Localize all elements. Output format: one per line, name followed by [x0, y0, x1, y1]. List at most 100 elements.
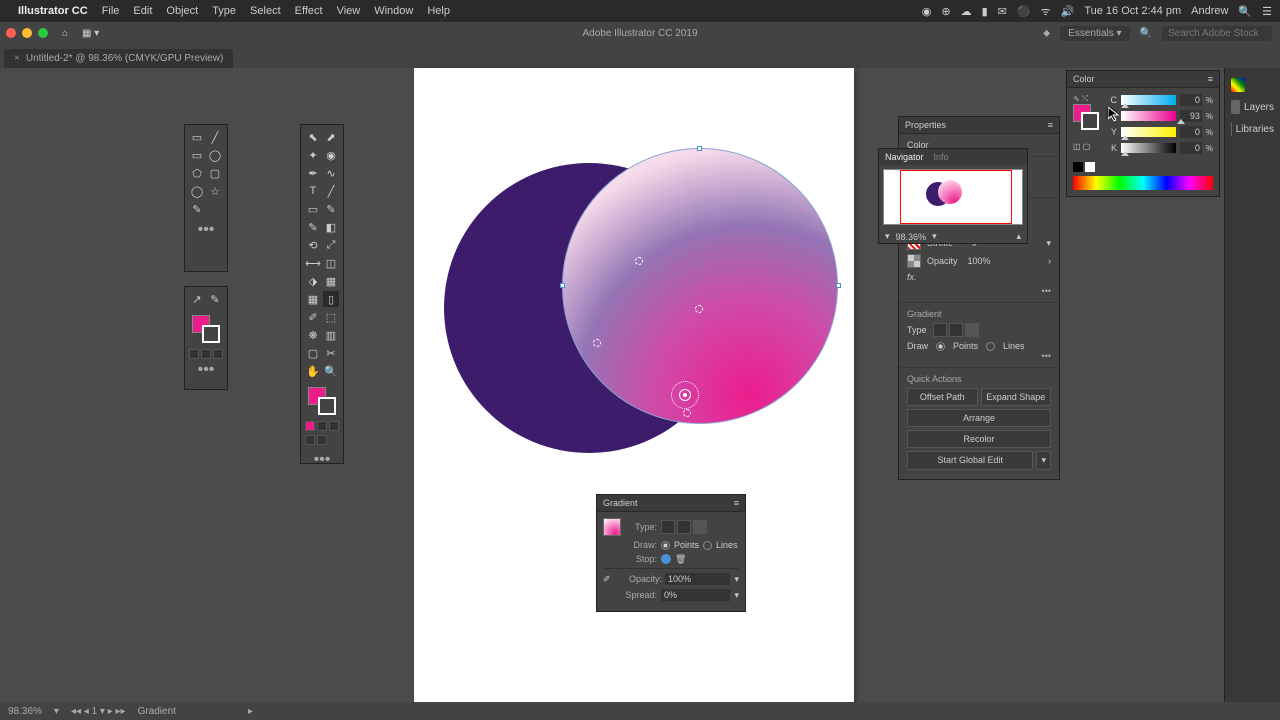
- panel-more-icon[interactable]: •••: [185, 221, 227, 239]
- recolor-button[interactable]: Recolor: [907, 430, 1051, 448]
- menu-window[interactable]: Window: [374, 5, 413, 17]
- opacity-swatch[interactable]: [907, 254, 921, 268]
- channel-slider[interactable]: [1121, 95, 1176, 105]
- selection-handle[interactable]: [560, 283, 565, 288]
- menu-view[interactable]: View: [337, 5, 361, 17]
- global-edit-dropdown[interactable]: ▾: [1036, 451, 1051, 470]
- ellipse2-icon[interactable]: ◯: [189, 183, 205, 199]
- status-icon[interactable]: ☁: [961, 5, 972, 18]
- window-min-icon[interactable]: [22, 28, 32, 38]
- workspace-switcher[interactable]: Essentials ▾: [1060, 26, 1129, 41]
- none-mode-icon[interactable]: [329, 421, 339, 431]
- menu-type[interactable]: Type: [212, 5, 236, 17]
- status-icon[interactable]: ▮: [982, 5, 988, 18]
- spotlight-icon[interactable]: 🔍: [1238, 5, 1252, 18]
- window-max-icon[interactable]: [38, 28, 48, 38]
- status-icon[interactable]: ⚫: [1017, 5, 1031, 18]
- magic-wand-icon[interactable]: ✦: [305, 147, 321, 163]
- swap-tool-icon[interactable]: ↗: [189, 291, 205, 307]
- selection-tool-icon[interactable]: ▭: [189, 129, 205, 145]
- global-edit-button[interactable]: Start Global Edit: [907, 451, 1033, 470]
- zoom-display[interactable]: 98.36%: [8, 706, 42, 717]
- main-toolbar[interactable]: ⬉ ⬈ ✦ ◉ ✒ ∿ T ╱ ▭ ✎ ✎ ◧ ⟲ ⤢ ⟷ ◫ ⬗ ▦ ▦ ▯ …: [300, 124, 344, 464]
- lasso-icon[interactable]: ◉: [323, 147, 339, 163]
- rect-icon[interactable]: ▭: [305, 201, 321, 217]
- panel-menu-icon[interactable]: ≡: [1208, 74, 1213, 84]
- blend-icon[interactable]: ⬚: [323, 309, 339, 325]
- line-seg-icon[interactable]: ╱: [323, 183, 339, 199]
- mesh-icon[interactable]: ▦: [305, 291, 321, 307]
- gradient-tool-icon[interactable]: ▯: [323, 291, 339, 307]
- eyedropper-icon[interactable]: ✐: [603, 574, 625, 585]
- delete-stop-icon[interactable]: 🗑: [675, 554, 685, 564]
- radial-gradient-icon[interactable]: [677, 520, 691, 534]
- channel-value[interactable]: 0: [1180, 126, 1202, 138]
- mini-icon[interactable]: [213, 349, 223, 359]
- gradient-mode-icon[interactable]: [317, 421, 327, 431]
- points-radio[interactable]: [936, 342, 945, 351]
- channel-slider[interactable]: [1121, 111, 1176, 121]
- close-tab-icon[interactable]: ×: [14, 53, 20, 64]
- fill-stroke-swatch[interactable]: [1073, 104, 1097, 128]
- menu-effect[interactable]: Effect: [295, 5, 323, 17]
- pen-tool-icon[interactable]: ✒: [305, 165, 321, 181]
- graph-icon[interactable]: ▥: [323, 327, 339, 343]
- polygon-tool-icon[interactable]: ⬠: [189, 165, 205, 181]
- freeform-icon[interactable]: [965, 323, 979, 337]
- direct-select-icon[interactable]: ⬈: [323, 129, 339, 145]
- expand-shape-button[interactable]: Expand Shape: [981, 388, 1052, 406]
- hand-icon[interactable]: ✋: [305, 363, 321, 379]
- type-tool-icon[interactable]: T: [305, 183, 321, 199]
- status-icon[interactable]: ✉: [998, 5, 1007, 18]
- white-chip[interactable]: [1085, 162, 1095, 172]
- lines-radio[interactable]: [703, 541, 712, 550]
- eyedrop-tool-icon[interactable]: ✎: [207, 291, 223, 307]
- user-name[interactable]: Andrew: [1191, 5, 1228, 17]
- home-icon[interactable]: ⌂: [62, 28, 68, 39]
- slice-icon[interactable]: ✂: [323, 345, 339, 361]
- screen-mode-icon[interactable]: [305, 435, 315, 445]
- more-icon[interactable]: •••: [907, 286, 1051, 296]
- stroke-dropdown[interactable]: ▾: [1046, 238, 1051, 249]
- mesh-point[interactable]: [593, 339, 601, 347]
- freeform-gradient-icon[interactable]: [693, 520, 707, 534]
- eraser-icon[interactable]: ◧: [323, 219, 339, 235]
- scale-icon[interactable]: ⤢: [323, 237, 339, 253]
- properties-title[interactable]: Properties: [905, 120, 946, 130]
- window-close-icon[interactable]: [6, 28, 16, 38]
- lines-radio[interactable]: [986, 342, 995, 351]
- ellipse-tool-icon[interactable]: ◯: [207, 147, 223, 163]
- color-panel-title[interactable]: Color: [1073, 74, 1095, 84]
- tool-icon[interactable]: [207, 201, 223, 217]
- mesh-point[interactable]: [695, 305, 703, 313]
- notif-icon[interactable]: ☰: [1262, 5, 1272, 18]
- status-icon[interactable]: ⊕: [941, 5, 950, 18]
- gradient-origin[interactable]: [679, 389, 691, 401]
- rotate-icon[interactable]: ⟲: [305, 237, 321, 253]
- shape-builder-icon[interactable]: ⬗: [305, 273, 321, 289]
- mini-icon[interactable]: [201, 349, 211, 359]
- symbol-spray-icon[interactable]: ❋: [305, 327, 321, 343]
- rect-tool-icon[interactable]: ▭: [189, 147, 205, 163]
- zoom-in-icon[interactable]: ▴: [1016, 231, 1021, 242]
- dropdown-icon[interactable]: ▾: [734, 574, 739, 585]
- paintbrush-icon[interactable]: ✎: [323, 201, 339, 217]
- arrange-button[interactable]: Arrange: [907, 409, 1051, 427]
- menu-app[interactable]: Illustrator CC: [18, 5, 88, 17]
- more-icon[interactable]: •••: [907, 351, 1051, 361]
- basic-tools-panel[interactable]: ▭ ╱ ▭ ◯ ⬠ ▢ ◯ ☆ ✎ •••: [184, 124, 228, 272]
- curvature-icon[interactable]: ∿: [323, 165, 339, 181]
- page-nav[interactable]: ◂◂ ◂ 1 ▾ ▸ ▸▸: [71, 706, 126, 717]
- star-tool-icon[interactable]: ☆: [207, 183, 223, 199]
- channel-slider[interactable]: [1121, 143, 1176, 153]
- fx-icon[interactable]: fx.: [907, 272, 917, 282]
- menu-object[interactable]: Object: [166, 5, 198, 17]
- black-chip[interactable]: [1073, 162, 1083, 172]
- navigator-view[interactable]: [883, 169, 1023, 225]
- stroke-chip[interactable]: [202, 325, 220, 343]
- navigator-tab[interactable]: Navigator: [885, 152, 924, 162]
- linear-gradient-icon[interactable]: [661, 520, 675, 534]
- brush-tool-icon[interactable]: ✎: [189, 201, 205, 217]
- opacity-caret-icon[interactable]: ›: [1048, 256, 1051, 266]
- zoom-out-icon[interactable]: ▾: [885, 231, 890, 242]
